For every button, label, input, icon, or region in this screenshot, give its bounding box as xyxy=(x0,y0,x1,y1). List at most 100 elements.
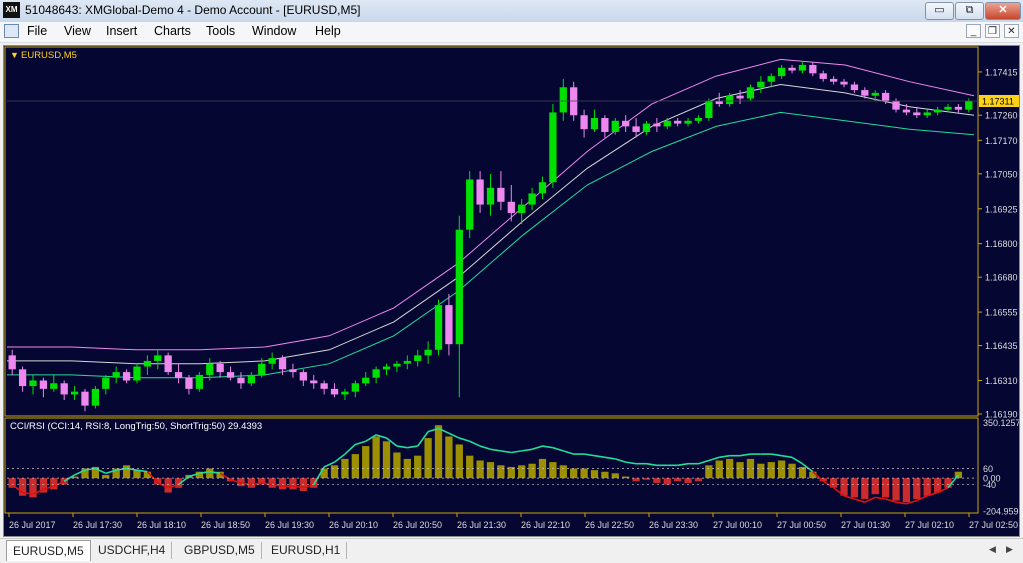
chart-canvas[interactable]: ▼ EURUSD,M5 CCI/RSI (CCI:14, RSI:8, Long… xyxy=(4,46,1019,536)
histogram-bar xyxy=(944,478,952,488)
tab-eurusd-m5[interactable]: EURUSD,M5 xyxy=(6,540,91,561)
candle-body xyxy=(788,67,796,71)
tab-usdchf-h4[interactable]: USDCHF,H4 xyxy=(92,542,173,559)
candle-body xyxy=(226,372,235,378)
mdi-close-button[interactable]: ✕ xyxy=(1004,24,1019,38)
indicator-tick-label: 60 xyxy=(983,464,993,474)
candle-body xyxy=(486,187,495,205)
candle xyxy=(497,171,505,211)
candle xyxy=(663,118,671,130)
menu-window[interactable]: Window xyxy=(252,24,296,38)
candle-body xyxy=(445,305,453,345)
candle xyxy=(715,92,723,107)
candle xyxy=(767,73,775,88)
candle-body xyxy=(206,363,214,375)
candle-body xyxy=(403,360,411,364)
candle-body xyxy=(715,101,723,105)
candle xyxy=(226,366,235,381)
price-tick-label: 1.16680 xyxy=(985,273,1018,283)
candle-body xyxy=(653,123,661,127)
chart-window[interactable]: ▼ EURUSD,M5 CCI/RSI (CCI:14, RSI:8, Long… xyxy=(3,45,1020,537)
close-button[interactable]: ✕ xyxy=(985,2,1021,20)
tab-eurusd-h1[interactable]: EURUSD,H1 xyxy=(265,542,348,559)
indicator-line-segment xyxy=(791,456,803,465)
histogram-bar xyxy=(736,462,744,479)
minimize-button[interactable]: ▭ xyxy=(925,2,954,20)
candle-body xyxy=(507,201,515,213)
histogram-bar xyxy=(715,460,723,479)
candle-body xyxy=(601,118,609,132)
candle xyxy=(50,374,58,392)
time-tick-label: 27 Jul 02:10 xyxy=(905,520,954,530)
histogram-bar xyxy=(923,478,931,496)
indicator-line-segment xyxy=(521,448,533,452)
candle xyxy=(310,374,318,389)
candle-body xyxy=(50,383,58,389)
histogram-bar xyxy=(902,478,911,503)
histogram-bar xyxy=(164,478,172,493)
menu-view[interactable]: View xyxy=(64,24,91,38)
price-tick-label: 1.16435 xyxy=(985,341,1018,351)
indicator-line-segment xyxy=(344,443,356,455)
histogram-bar xyxy=(486,462,495,479)
candle-body xyxy=(705,101,713,119)
histogram-bar xyxy=(601,471,609,479)
time-tick-label: 26 Jul 18:50 xyxy=(201,520,250,530)
indicator-line-segment xyxy=(781,454,793,459)
mdi-minimize-button[interactable]: _ xyxy=(966,24,981,38)
candle-body xyxy=(923,112,931,116)
candle xyxy=(237,372,245,389)
candle xyxy=(372,366,380,384)
maximize-button[interactable]: ⧉ xyxy=(955,2,984,20)
candle-body xyxy=(497,187,505,202)
candle-body xyxy=(642,123,651,132)
indicator-line-segment xyxy=(531,445,543,451)
candle-body xyxy=(965,100,973,110)
candle xyxy=(341,388,349,401)
indicator-line-segment xyxy=(604,456,616,460)
menu-file[interactable]: File xyxy=(27,24,47,38)
symbol-marker-icon: ▼ xyxy=(10,50,19,60)
candle-body xyxy=(185,377,193,389)
indicator-line-segment xyxy=(646,462,657,467)
histogram-bar xyxy=(653,478,661,483)
candle xyxy=(403,355,411,370)
histogram-bar xyxy=(611,473,619,479)
candle-body xyxy=(913,112,921,116)
menu-tools[interactable]: Tools xyxy=(206,24,235,38)
candle xyxy=(70,386,79,401)
candle-body xyxy=(528,193,536,205)
histogram-bar xyxy=(632,478,640,482)
histogram-bar xyxy=(590,470,599,479)
candle-body xyxy=(538,182,547,194)
document-icon[interactable] xyxy=(4,24,19,38)
indicator-line-segment xyxy=(583,453,595,457)
candle-body xyxy=(143,360,152,367)
menu-insert[interactable]: Insert xyxy=(106,24,137,38)
menu-charts[interactable]: Charts xyxy=(154,24,191,38)
candle-body xyxy=(611,120,619,132)
histogram-bar xyxy=(393,452,401,479)
chart-tab-bar: EURUSD,M5 USDCHF,H4 GBPUSD,M5 EURUSD,H1 … xyxy=(0,538,1023,563)
candle-body xyxy=(351,383,359,392)
candle-body xyxy=(757,81,765,88)
mdi-restore-button[interactable]: ❐ xyxy=(985,24,1000,38)
price-tick-label: 1.17170 xyxy=(985,136,1018,146)
candle xyxy=(840,78,848,88)
indicator-tick-label: 350.1257 xyxy=(983,418,1019,428)
candle-body xyxy=(122,372,131,381)
histogram-bar xyxy=(694,478,703,482)
scroll-right-icon[interactable]: ▶ xyxy=(1006,544,1013,555)
candle-body xyxy=(330,388,339,395)
candle xyxy=(549,104,557,188)
menu-help[interactable]: Help xyxy=(315,24,341,38)
tab-gbpusd-m5[interactable]: GBPUSD,M5 xyxy=(178,542,262,559)
candle xyxy=(414,349,422,367)
candle-body xyxy=(174,372,183,378)
candle-body xyxy=(518,204,526,213)
histogram-bar xyxy=(674,478,682,482)
candle xyxy=(102,374,110,395)
histogram-bar xyxy=(289,478,297,490)
scroll-left-icon[interactable]: ◀ xyxy=(989,544,996,555)
indicator-line-segment xyxy=(895,501,907,505)
